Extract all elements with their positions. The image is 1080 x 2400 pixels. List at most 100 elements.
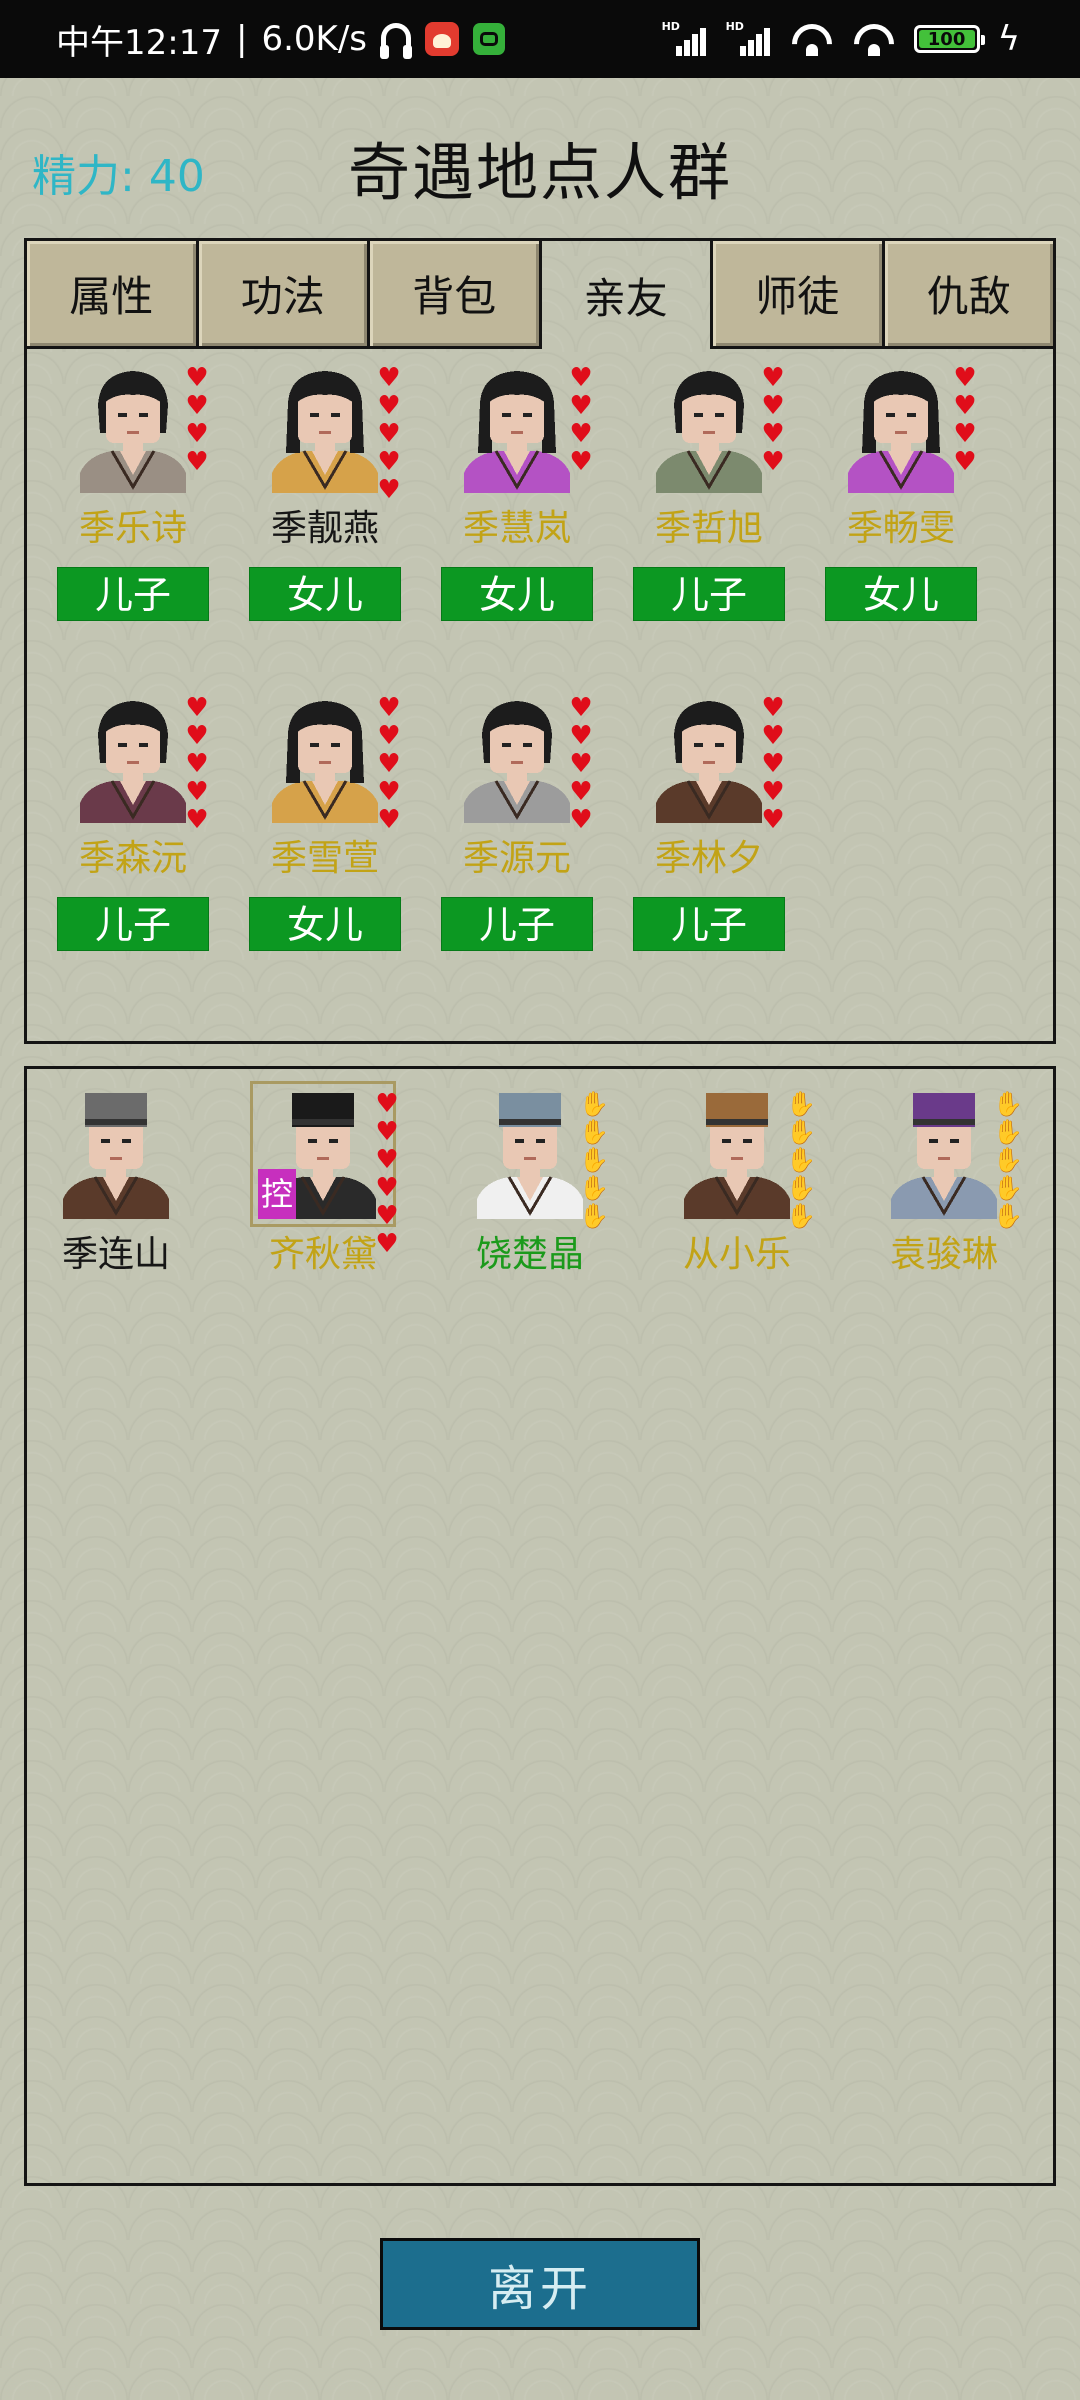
relative-card[interactable]: ♥ ♥ ♥ ♥ ♥ 季森沅 儿子 <box>38 693 228 951</box>
relation-badge[interactable]: 儿子 <box>57 567 209 621</box>
paw-icon: ✋ <box>786 1146 816 1174</box>
character-portrait[interactable]: ♥ ♥ ♥ ♥ <box>452 363 593 493</box>
affinity-marks: ♥ ♥ ♥ ♥ ♥ <box>374 365 404 503</box>
hd-signal-icon: HD <box>726 20 772 56</box>
character-name: 季靓燕 <box>270 508 379 549</box>
relative-card[interactable]: ♥ ♥ ♥ ♥ ♥ 季雪萱 女儿 <box>230 693 420 951</box>
status-bar: 中午12:17 | 6.0K/s HD HD 100 ϟ <box>0 0 1080 78</box>
tab-master-disciple[interactable]: 师徒 <box>713 241 885 349</box>
heart-icon: ♥ <box>761 777 785 807</box>
paw-icon: ✋ <box>786 1118 816 1146</box>
paw-icon: ✋ <box>786 1174 816 1202</box>
app-green-icon <box>473 23 505 55</box>
crowd-person[interactable]: 季连山 <box>21 1089 211 1277</box>
heart-icon: ♥ <box>375 1201 399 1231</box>
heart-icon: ♥ <box>953 391 977 421</box>
relation-badge[interactable]: 儿子 <box>633 897 785 951</box>
character-portrait[interactable]: ♥ ♥ ♥ ♥ ♥ <box>260 363 401 503</box>
heart-icon: ♥ <box>569 749 593 779</box>
hd-signal-icon: HD <box>662 20 708 56</box>
heart-icon: ♥ <box>569 721 593 751</box>
character-name: 从小乐 <box>682 1234 791 1275</box>
relation-badge[interactable]: 儿子 <box>57 897 209 951</box>
paw-icon: ✋ <box>993 1174 1023 1202</box>
relative-card[interactable]: ♥ ♥ ♥ ♥ 季乐诗 儿子 <box>38 363 228 621</box>
heart-icon: ♥ <box>377 777 401 807</box>
heart-icon: ♥ <box>569 447 593 477</box>
relation-badge[interactable]: 女儿 <box>825 567 977 621</box>
relative-card[interactable]: ♥ ♥ ♥ ♥ ♥ 季源元 儿子 <box>422 693 612 951</box>
paw-icon: ✋ <box>993 1146 1023 1174</box>
tab-attributes[interactable]: 属性 <box>27 241 199 349</box>
relative-card[interactable]: ♥ ♥ ♥ ♥ ♥ 季林夕 儿子 <box>614 693 804 951</box>
character-portrait[interactable]: ♥ ♥ ♥ ♥ <box>836 363 977 493</box>
control-badge: 控 <box>258 1169 296 1219</box>
character-name: 饶楚晶 <box>475 1234 584 1275</box>
character-portrait[interactable]: ✋ ✋ ✋ ✋ ✋ <box>879 1089 1023 1229</box>
relative-card[interactable]: ♥ ♥ ♥ ♥ ♥ 季靓燕女儿 <box>230 363 420 621</box>
affinity-marks: ♥ ♥ ♥ ♥ <box>950 365 980 475</box>
heart-icon: ♥ <box>377 363 401 393</box>
relative-card[interactable]: ♥ ♥ ♥ ♥ 季畅雯 女儿 <box>806 363 996 621</box>
character-portrait[interactable]: ♥ ♥ ♥ ♥ <box>644 363 785 493</box>
headset-icon <box>380 23 412 59</box>
affinity-marks: ✋ ✋ ✋ ✋ ✋ <box>993 1091 1023 1229</box>
tab-relatives[interactable]: 亲友 <box>542 241 713 349</box>
heart-icon: ♥ <box>761 363 785 393</box>
status-time: 中午12:17 <box>56 22 222 63</box>
leave-button[interactable]: 离开 <box>380 2238 700 2330</box>
relation-badge[interactable]: 女儿 <box>249 567 401 621</box>
heart-icon: ♥ <box>377 391 401 421</box>
character-portrait[interactable]: ♥ ♥ ♥ ♥ ♥ <box>452 693 593 833</box>
relation-badge[interactable]: 儿子 <box>441 897 593 951</box>
affinity-marks: ♥ ♥ ♥ ♥ <box>566 365 596 475</box>
heart-icon: ♥ <box>761 721 785 751</box>
heart-icon: ♥ <box>377 447 401 477</box>
character-portrait[interactable]: ♥ ♥ ♥ ♥ ♥ <box>644 693 785 833</box>
character-name: 季乐诗 <box>78 508 187 549</box>
affinity-marks: ♥ ♥ ♥ ♥ <box>182 365 212 475</box>
relation-badge[interactable]: 女儿 <box>441 567 593 621</box>
wifi-icon <box>852 22 896 56</box>
wifi-icon <box>790 22 834 56</box>
crowd-person[interactable]: ♥ ♥ ♥ ♥ ♥ ♥ 控齐秋黛 <box>228 1081 418 1277</box>
crowd-person[interactable]: ✋ ✋ ✋ ✋ ✋ 饶楚晶 <box>435 1089 625 1277</box>
heart-icon: ♥ <box>185 721 209 751</box>
heart-icon: ♥ <box>377 475 401 505</box>
status-bar-left: 中午12:17 | 6.0K/s <box>56 0 505 78</box>
heart-icon: ♥ <box>185 805 209 835</box>
heart-icon: ♥ <box>185 363 209 393</box>
paw-icon: ✋ <box>786 1202 816 1230</box>
character-portrait[interactable]: ✋ ✋ ✋ ✋ ✋ <box>672 1089 816 1229</box>
heart-icon: ♥ <box>761 693 785 723</box>
heart-icon: ♥ <box>375 1229 399 1259</box>
paw-icon: ✋ <box>579 1202 609 1230</box>
tab-inventory[interactable]: 背包 <box>370 241 542 349</box>
heart-icon: ♥ <box>377 805 401 835</box>
relative-card[interactable]: ♥ ♥ ♥ ♥ 季哲旭 儿子 <box>614 363 804 621</box>
crowd-person[interactable]: ✋ ✋ ✋ ✋ ✋ 从小乐 <box>642 1089 832 1277</box>
network-speed: 6.0K/s <box>261 19 367 59</box>
tab-enemies[interactable]: 仇敌 <box>884 241 1053 349</box>
heart-icon: ♥ <box>377 749 401 779</box>
character-portrait[interactable]: ♥ ♥ ♥ ♥ ♥ ♥ 控 <box>250 1081 399 1257</box>
character-portrait[interactable]: ♥ ♥ ♥ ♥ <box>68 363 209 493</box>
tab-bar: 属性 功法 背包 亲友 师徒 仇敌 <box>27 241 1053 349</box>
heart-icon: ♥ <box>185 419 209 449</box>
character-name: 季连山 <box>61 1234 170 1275</box>
affinity-marks: ✋ ✋ ✋ ✋ ✋ <box>579 1091 609 1229</box>
character-portrait[interactable] <box>51 1089 181 1219</box>
heart-icon: ♥ <box>953 363 977 393</box>
paw-icon: ✋ <box>579 1146 609 1174</box>
affinity-marks: ♥ ♥ ♥ ♥ <box>758 365 788 475</box>
character-name: 季慧岚 <box>462 508 571 549</box>
character-portrait[interactable]: ✋ ✋ ✋ ✋ ✋ <box>465 1089 609 1229</box>
character-portrait[interactable]: ♥ ♥ ♥ ♥ ♥ <box>68 693 209 833</box>
relative-card[interactable]: ♥ ♥ ♥ ♥ 季慧岚女儿 <box>422 363 612 621</box>
relation-badge[interactable]: 女儿 <box>249 897 401 951</box>
crowd-person[interactable]: ✋ ✋ ✋ ✋ ✋ 袁骏琳 <box>849 1089 1039 1277</box>
character-name: 季森沅 <box>78 838 187 879</box>
tab-skills[interactable]: 功法 <box>198 241 370 349</box>
character-portrait[interactable]: ♥ ♥ ♥ ♥ ♥ <box>260 693 401 833</box>
relation-badge[interactable]: 儿子 <box>633 567 785 621</box>
